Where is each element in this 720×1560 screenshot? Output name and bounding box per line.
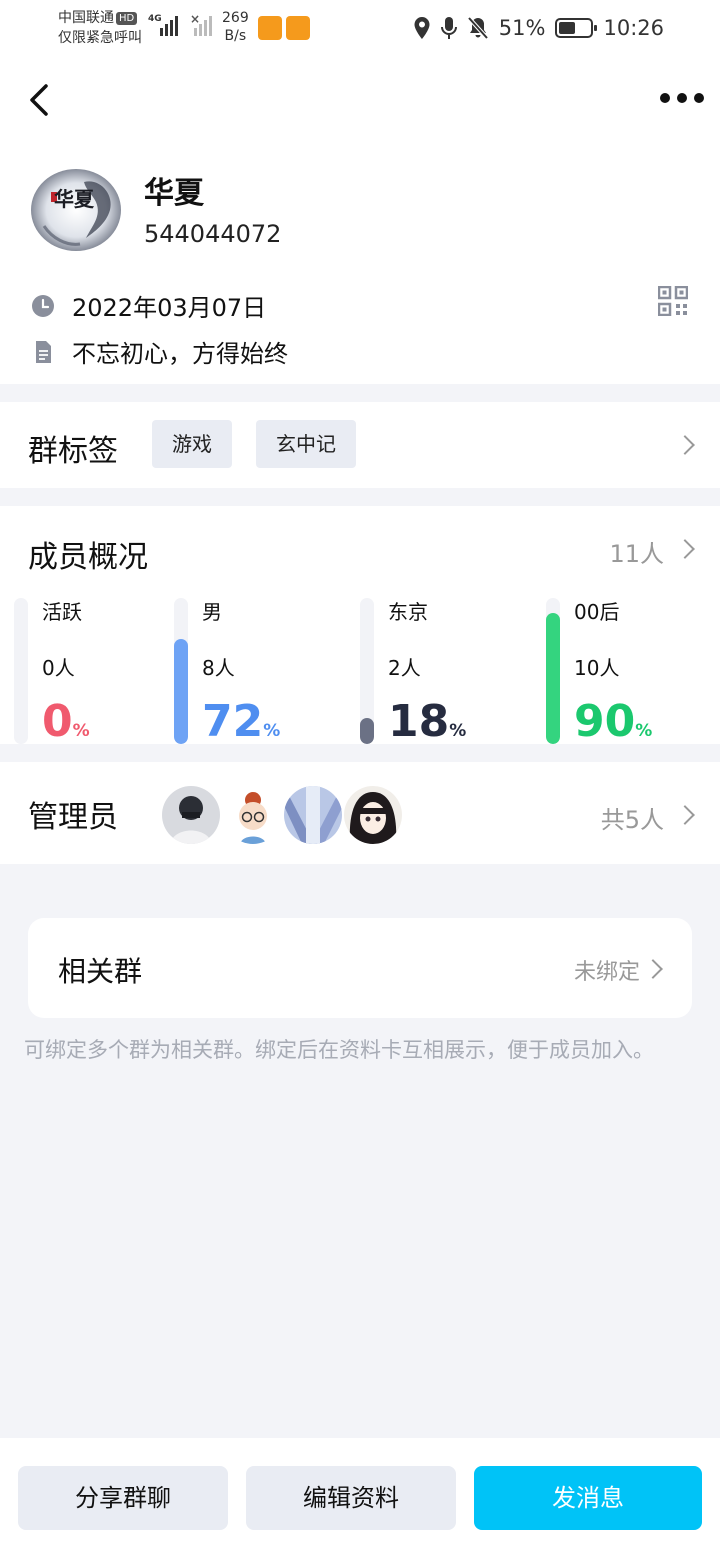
stat-count: 10人 xyxy=(574,656,620,680)
microphone-icon xyxy=(440,17,457,39)
stat-label: 活跃 xyxy=(42,600,82,624)
stat-bar-track xyxy=(174,598,188,744)
tag-item[interactable]: 游戏 xyxy=(152,420,232,468)
created-date: 2022年03月07日 xyxy=(72,294,267,322)
back-arrow-icon[interactable] xyxy=(22,78,62,122)
stat-male: 男 8人 72% xyxy=(174,598,354,747)
related-hint: 可绑定多个群为相关群。绑定后在资料卡互相展示，便于成员加入。 xyxy=(24,1038,654,1062)
mute-bell-icon xyxy=(467,16,489,40)
admin-count: 共5人 xyxy=(600,806,664,834)
share-group-button[interactable]: 分享群聊 xyxy=(18,1466,228,1530)
related-title: 相关群 xyxy=(58,955,143,988)
chevron-right-icon xyxy=(675,539,695,559)
edit-profile-button[interactable]: 编辑资料 xyxy=(246,1466,456,1530)
stat-bar-track xyxy=(546,598,560,744)
group-id[interactable]: 544044072 xyxy=(144,220,281,248)
speed-value: 269 xyxy=(222,10,249,26)
signal-off-icon xyxy=(194,14,212,36)
stat-bar-track xyxy=(14,598,28,744)
document-icon xyxy=(36,340,51,363)
stat-count: 8人 xyxy=(202,656,235,680)
group-tags-section[interactable]: 群标签 游戏 玄中记 xyxy=(0,402,720,488)
group-avatar[interactable]: 华夏 xyxy=(30,168,122,252)
stat-bar-fill xyxy=(14,718,28,744)
admin-avatar[interactable] xyxy=(224,786,282,844)
clock-icon xyxy=(32,294,54,317)
hd-badge: HD xyxy=(116,12,138,25)
stat-bar-track xyxy=(360,598,374,744)
group-profile-header: 华夏 华夏 544044072 2022年03月07日 不忘初心，方得始终 xyxy=(0,58,720,384)
group-intro: 不忘初心，方得始终 xyxy=(72,340,288,368)
stat-region: 东京 2人 18% xyxy=(360,598,540,747)
related-status: 未绑定 xyxy=(573,960,640,985)
carrier-info: 中国联通 HD 仅限紧急呼叫 xyxy=(58,8,142,48)
members-title: 成员概况 xyxy=(28,540,148,575)
stat-bar-fill xyxy=(546,613,560,744)
tag-item[interactable]: 玄中记 xyxy=(256,420,356,468)
admins-title: 管理员 xyxy=(28,800,118,835)
stat-label: 00后 xyxy=(574,600,620,624)
created-date-row: 2022年03月07日 xyxy=(30,288,266,323)
admin-avatar[interactable] xyxy=(344,786,402,844)
carrier-name: 中国联通 xyxy=(58,10,114,26)
chevron-right-icon xyxy=(675,435,695,455)
stat-count: 0人 xyxy=(42,656,75,680)
group-name: 华夏 xyxy=(144,176,204,211)
admins-section[interactable]: 管理员 共5人 xyxy=(0,762,720,864)
more-dots-icon[interactable] xyxy=(660,86,704,110)
stat-label: 男 xyxy=(202,600,222,624)
member-overview-section: 成员概况 11人 活跃 0人 0% 男 8人 72% 东京 2人 18% 00后… xyxy=(0,506,720,747)
battery-icon xyxy=(555,18,598,38)
admin-avatar[interactable] xyxy=(284,786,342,844)
speed-unit: B/s xyxy=(224,28,247,44)
stat-active: 活跃 0人 0% xyxy=(14,598,194,747)
chevron-right-icon xyxy=(643,959,663,979)
member-count[interactable]: 11人 xyxy=(609,534,664,569)
stat-bar-fill xyxy=(174,639,188,744)
related-groups-card[interactable]: 相关群 未绑定 xyxy=(28,918,692,1018)
tags-title: 群标签 xyxy=(28,434,118,469)
hungry-app-icon xyxy=(258,16,282,40)
clock: 10:26 xyxy=(603,16,664,40)
status-bar: 中国联通 HD 仅限紧急呼叫 4G × 269 B/s 51% 10:26 xyxy=(0,0,720,58)
send-message-button[interactable]: 发消息 xyxy=(474,1466,702,1530)
stat-percent: 18% xyxy=(388,696,467,747)
hungry-app-icon xyxy=(286,16,310,40)
chevron-right-icon xyxy=(675,805,695,825)
stat-percent: 90% xyxy=(574,696,653,747)
admin-avatar[interactable] xyxy=(162,786,220,844)
location-icon xyxy=(414,17,430,39)
qr-code-icon[interactable] xyxy=(658,286,688,316)
group-intro-row: 不忘初心，方得始终 xyxy=(30,334,288,369)
stat-age: 00后 10人 90% xyxy=(546,598,720,747)
battery-percent: 51% xyxy=(498,16,546,40)
status-right: 51% 10:26 xyxy=(413,10,664,46)
stat-percent: 72% xyxy=(202,696,281,747)
action-bar: 分享群聊 编辑资料 发消息 xyxy=(0,1438,720,1560)
avatar-text: 华夏 xyxy=(54,187,95,211)
emergency-only-text: 仅限紧急呼叫 xyxy=(58,30,142,46)
stat-label: 东京 xyxy=(388,600,428,624)
stat-count: 2人 xyxy=(388,656,421,680)
stat-percent: 0% xyxy=(42,696,90,747)
stat-bar-fill xyxy=(360,718,374,744)
signal-icon xyxy=(160,14,178,36)
network-speed: 269 B/s xyxy=(222,9,249,45)
